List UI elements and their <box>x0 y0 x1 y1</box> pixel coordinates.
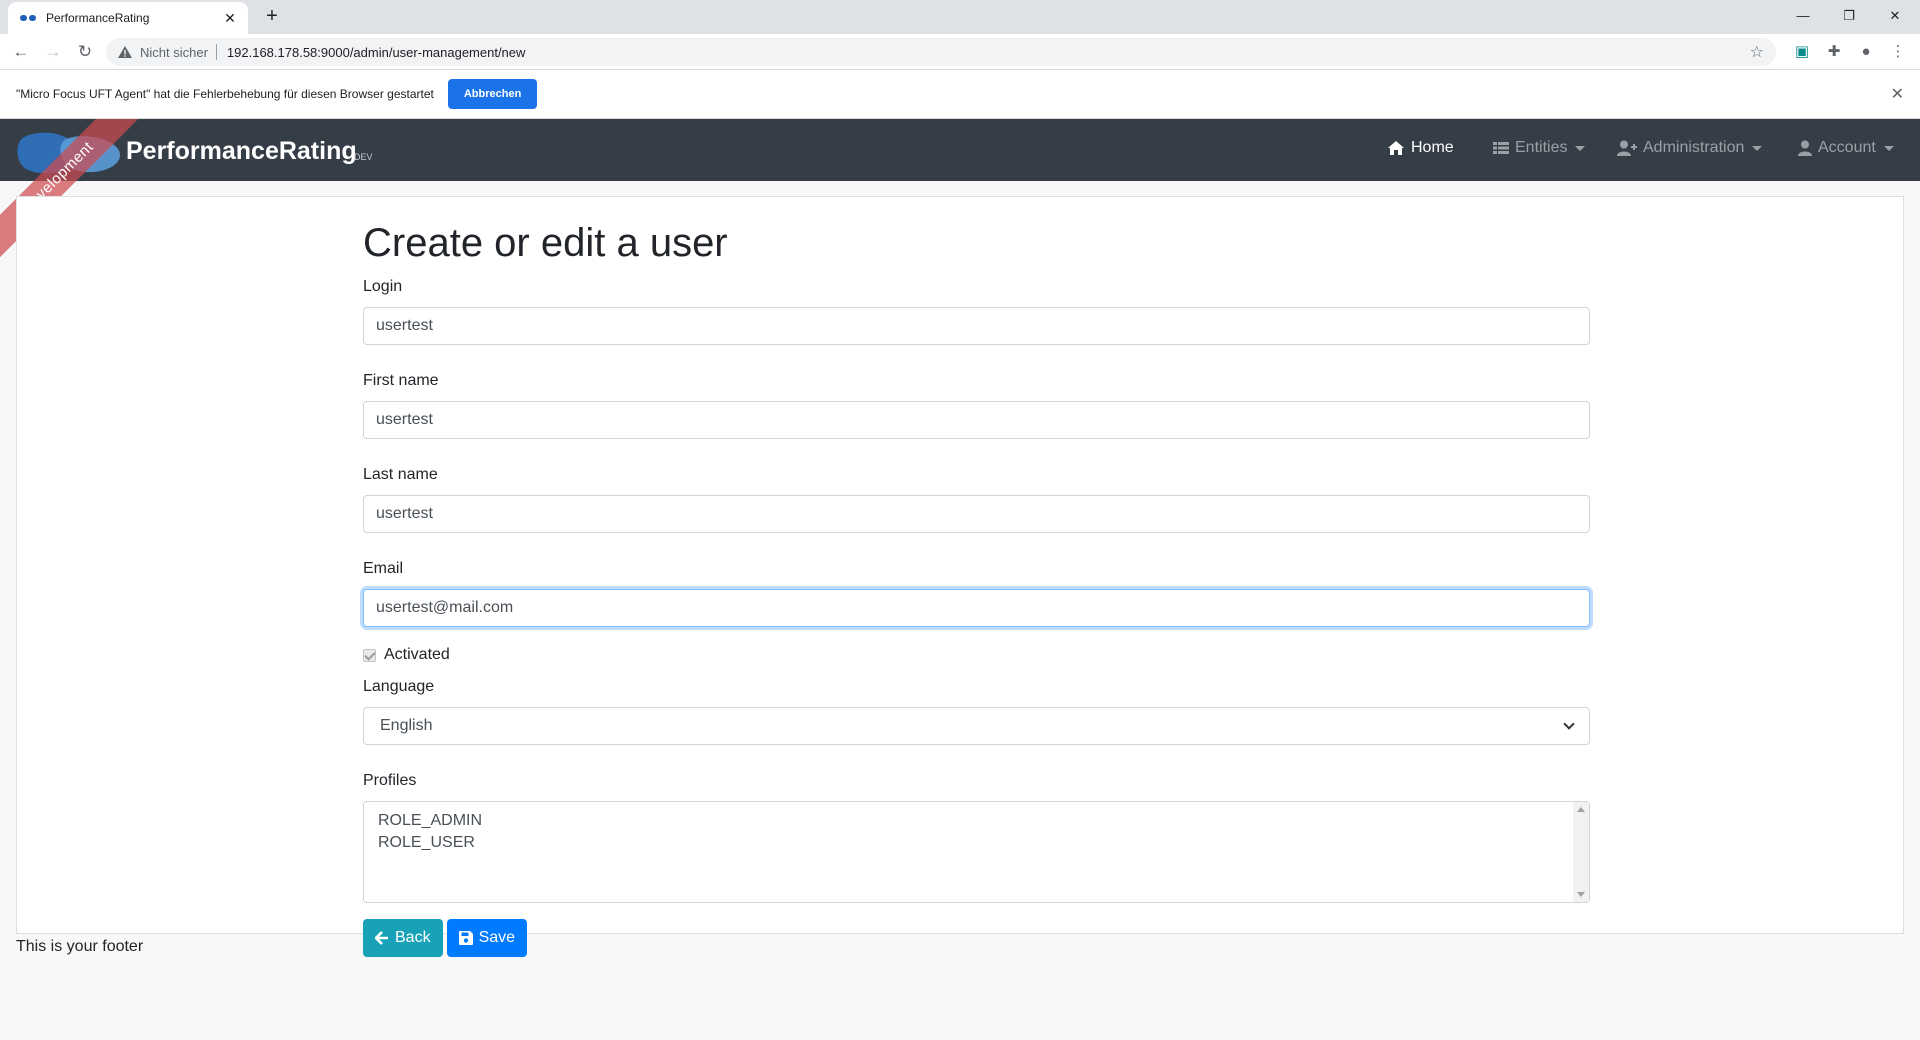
profiles-label: Profiles <box>363 772 417 789</box>
new-tab-icon[interactable]: + <box>260 5 284 29</box>
nav-home-label: Home <box>1411 139 1454 156</box>
profile-option[interactable]: ROLE_ADMIN <box>378 810 1575 832</box>
omnibox-separator <box>215 44 217 60</box>
scroll-down-icon[interactable] <box>1577 892 1585 897</box>
back-button[interactable]: Back <box>363 919 443 957</box>
forward-arrow-icon[interactable]: → <box>40 40 66 64</box>
home-icon <box>1388 141 1404 155</box>
page-title: Create or edit a user <box>363 221 728 265</box>
language-select[interactable]: English <box>363 707 1590 745</box>
brand-name[interactable]: PerformanceRating <box>126 137 357 166</box>
save-button[interactable]: Save <box>446 919 528 957</box>
nav-account-label: Account <box>1818 139 1876 156</box>
nav-entities-label: Entities <box>1515 139 1568 156</box>
restore-icon[interactable]: ❐ <box>1826 2 1872 30</box>
chevron-down-icon <box>1563 718 1575 730</box>
debugger-infobar: "Micro Focus UFT Agent" hat die Fehlerbe… <box>0 70 1920 119</box>
app-logo-icon[interactable] <box>16 131 126 175</box>
abort-button[interactable]: Abbrechen <box>447 79 538 109</box>
user-plus-icon <box>1617 140 1637 156</box>
nav-account[interactable]: Account <box>1798 139 1894 157</box>
content-card: Create or edit a user Login usertest Fir… <box>16 196 1904 957</box>
nav-administration-label: Administration <box>1643 139 1745 156</box>
reload-icon[interactable]: ↻ <box>72 40 98 64</box>
window-close-icon[interactable]: ✕ <box>1872 2 1918 30</box>
environment-tag: DEV <box>354 152 373 162</box>
page-footer: This is your footer <box>16 938 144 955</box>
login-label: Login <box>363 278 403 295</box>
user-icon <box>1798 140 1812 156</box>
browser-tab[interactable]: PerformanceRating ✕ <box>8 2 248 34</box>
warning-icon <box>118 46 132 58</box>
tab-title: PerformanceRating <box>46 11 150 25</box>
app-favicon-icon <box>20 13 36 23</box>
first-name-input[interactable]: usertest <box>363 401 1590 439</box>
language-value: English <box>380 717 433 734</box>
form-actions: Back Save <box>363 919 1590 957</box>
menu-kebab-icon[interactable]: ⋮ <box>1888 42 1908 62</box>
profiles-multiselect[interactable]: ROLE_ADMIN ROLE_USER <box>363 801 1590 903</box>
back-arrow-icon[interactable]: ← <box>8 40 34 64</box>
bookmark-star-icon[interactable]: ☆ <box>1750 42 1764 62</box>
last-name-input[interactable]: usertest <box>363 495 1590 533</box>
infobar-close-icon[interactable]: ✕ <box>1891 84 1904 104</box>
login-input[interactable]: usertest <box>363 307 1590 345</box>
email-label: Email <box>363 560 404 577</box>
arrow-left-icon <box>375 931 388 945</box>
user-form: Create or edit a user Login usertest Fir… <box>363 217 1590 957</box>
extension-uft-icon[interactable]: ▣ <box>1792 42 1812 62</box>
language-label: Language <box>363 678 435 695</box>
profile-option[interactable]: ROLE_USER <box>378 832 1575 854</box>
profile-icon[interactable]: ● <box>1856 42 1876 62</box>
activated-checkbox[interactable] <box>363 648 376 662</box>
back-button-label: Back <box>395 929 431 946</box>
activated-label: Activated <box>384 646 450 663</box>
browser-tabstrip: PerformanceRating ✕ + — ❐ ✕ <box>0 0 1920 34</box>
scroll-up-icon[interactable] <box>1577 807 1585 812</box>
chevron-down-icon <box>1752 145 1763 151</box>
chevron-down-icon <box>1883 145 1894 151</box>
profiles-scrollbar[interactable] <box>1573 802 1589 902</box>
nav-home[interactable]: Home <box>1387 139 1454 157</box>
chevron-down-icon <box>1575 145 1586 151</box>
tab-close-icon[interactable]: ✕ <box>222 10 238 27</box>
address-bar[interactable]: Nicht sicher 192.168.178.58:9000/admin/u… <box>106 38 1776 66</box>
activated-row: Activated <box>363 643 1590 667</box>
last-name-label: Last name <box>363 466 438 483</box>
list-icon <box>1493 142 1509 154</box>
not-secure-label: Nicht sicher <box>140 44 208 60</box>
save-button-label: Save <box>478 929 516 946</box>
first-name-label: First name <box>363 372 439 389</box>
extensions-puzzle-icon[interactable]: ✚ <box>1824 42 1844 62</box>
save-icon <box>458 931 473 945</box>
nav-entities[interactable]: Entities <box>1493 139 1586 157</box>
email-input[interactable]: usertest@mail.com <box>363 589 1590 627</box>
nav-administration[interactable]: Administration <box>1617 139 1763 157</box>
browser-toolbar: ← → ↻ Nicht sicher 192.168.178.58:9000/a… <box>0 34 1920 70</box>
minimize-icon[interactable]: — <box>1780 2 1826 30</box>
url-text: 192.168.178.58:9000/admin/user-managemen… <box>226 44 526 60</box>
infobar-text: "Micro Focus UFT Agent" hat die Fehlerbe… <box>16 87 434 101</box>
app-navbar: PerformanceRating DEV Home Entities Admi… <box>0 119 1920 181</box>
